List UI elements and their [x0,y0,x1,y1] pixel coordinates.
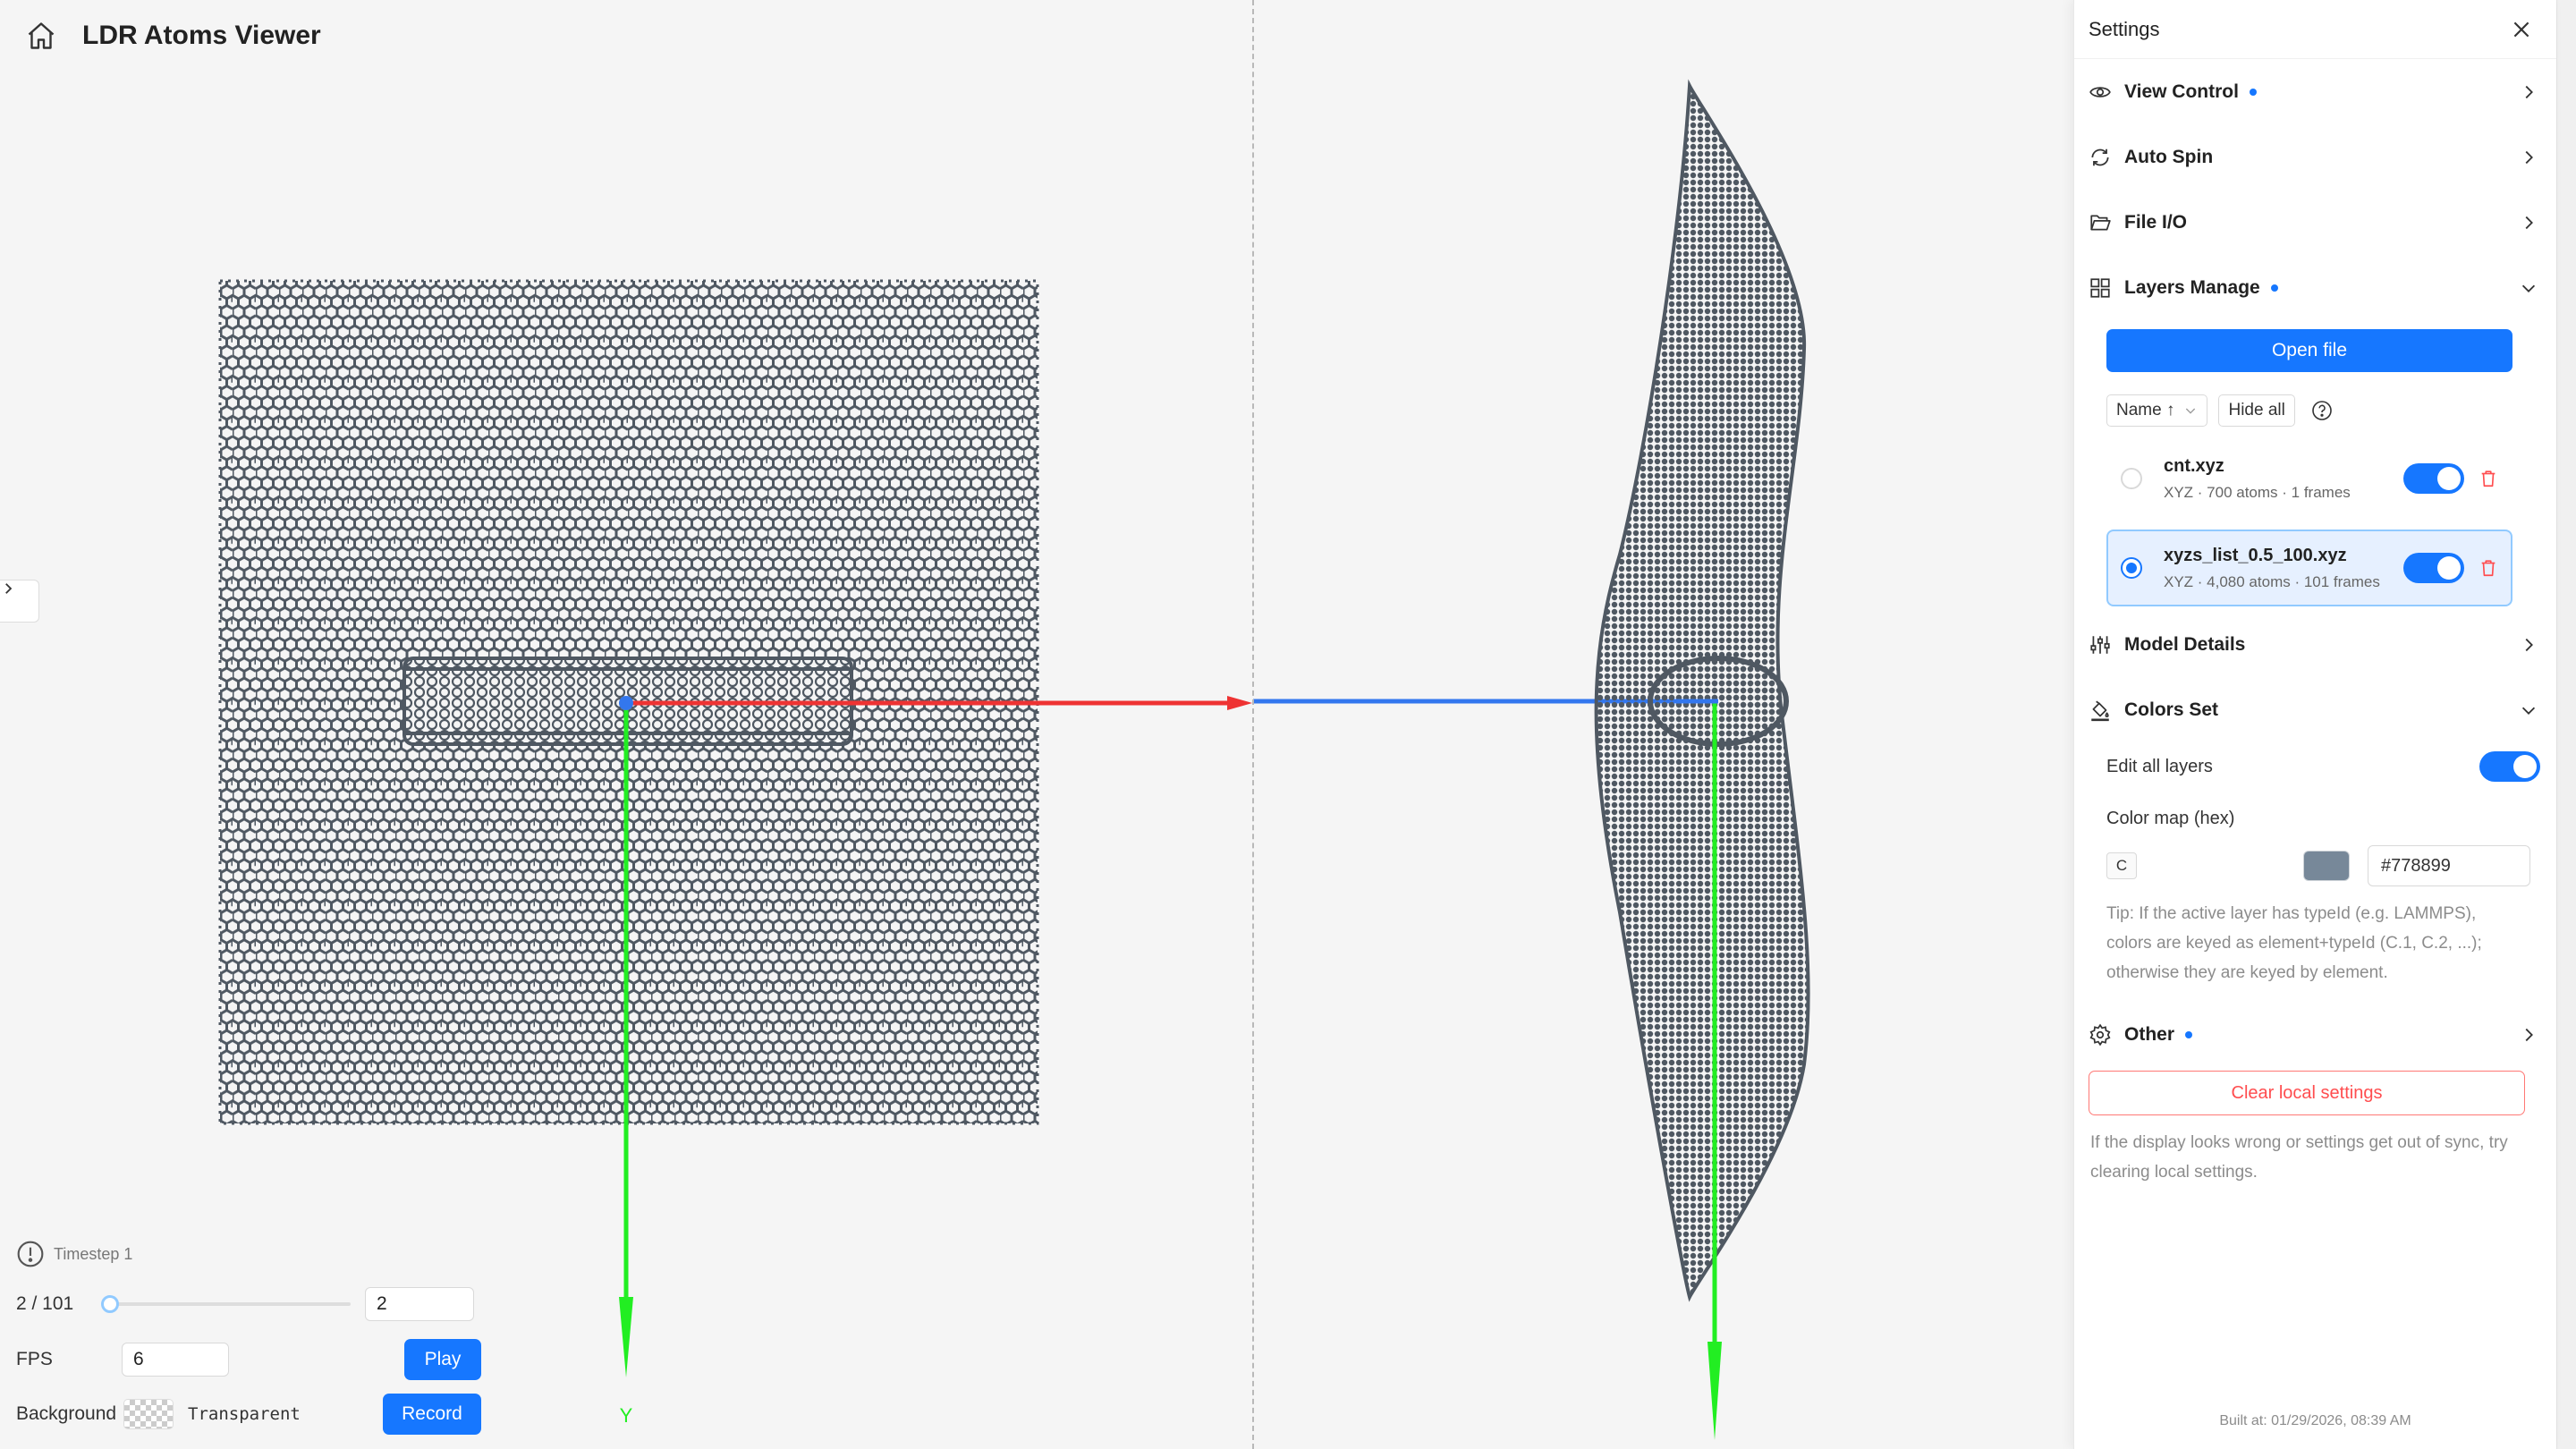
section-auto-spin[interactable]: Auto Spin [2074,124,2556,190]
section-label: Layers Manage [2124,276,2260,298]
layer-visibility-toggle[interactable] [2403,463,2464,494]
background-label: Background [16,1403,117,1424]
section-label: Other [2124,1023,2175,1045]
section-label: Auto Spin [2124,146,2214,167]
layer-item-active[interactable]: xyzs_list_0.5_100.xyz XYZ · 4,080 atoms … [2106,530,2512,606]
y-axis-label: Y [620,1404,633,1427]
settings-panel: Settings View Control Auto Spin File I/O [2073,0,2556,1449]
layer-active-radio[interactable] [2121,557,2142,579]
chevron-right-icon [2525,216,2533,229]
app-root: LDR Atoms Viewer Y Timestep 1 2 / 101 2 … [0,0,2576,1449]
chevron-down-icon [2186,408,2196,414]
section-file-io[interactable]: File I/O [2074,190,2556,255]
app-title: LDR Atoms Viewer [82,21,321,50]
sort-select[interactable]: Name ↑ [2106,394,2208,427]
modified-dot [2249,88,2257,96]
chevron-right-icon [2525,1028,2533,1041]
frame-input[interactable] [365,1287,474,1321]
chevron-down-icon [2521,707,2536,715]
viewport-divider[interactable] [1252,0,1254,1449]
timestep-label: Timestep 1 [54,1244,133,1263]
layer-item[interactable]: cnt.xyz XYZ · 700 atoms · 1 frames [2106,440,2512,517]
play-button[interactable]: Play [404,1339,481,1380]
color-map-label: Color map (hex) [2106,809,2235,828]
sort-select-value: Name ↑ [2116,401,2175,419]
chevron-down-icon [2521,284,2536,292]
expand-panel-button[interactable] [0,580,39,623]
viewport-right[interactable] [1253,0,2072,1449]
layer-name: cnt.xyz [2164,455,2224,476]
color-swatch[interactable] [2303,851,2350,881]
left-scene[interactable]: Y [0,0,1252,1449]
chevron-right-icon [2525,85,2533,98]
settings-title: Settings [2089,17,2160,40]
paint-bucket-icon [2091,700,2109,721]
eye-icon [2089,86,2111,97]
fps-label: FPS [16,1349,53,1369]
layer-meta: XYZ · 700 atoms · 1 frames [2164,483,2351,501]
viewport-left[interactable]: Y [0,0,1252,1449]
modified-dot [2270,284,2278,292]
close-icon[interactable] [2510,18,2533,41]
frame-counter: 2 / 101 [16,1293,74,1314]
home-icon[interactable] [25,20,57,52]
layer-name: xyzs_list_0.5_100.xyz [2164,545,2347,565]
hide-all-button[interactable]: Hide all [2218,394,2295,427]
clear-settings-note: If the display looks wrong or settings g… [2090,1133,2508,1182]
colors-set-body: Edit all layers Color map (hex) C #77889… [2074,742,2556,987]
frame-slider[interactable] [100,1293,351,1315]
hex-color-input[interactable]: #778899 [2368,845,2530,886]
trash-icon[interactable] [2479,558,2498,578]
section-colors-set[interactable]: Colors Set [2074,677,2556,742]
scrollbar[interactable] [2556,0,2576,1449]
element-tag: C [2106,852,2137,879]
build-timestamp: Built at: 01/29/2026, 08:39 AM [2219,1413,2411,1428]
section-other[interactable]: Other [2074,1002,2556,1067]
edit-all-layers-label: Edit all layers [2106,756,2213,776]
section-label: File I/O [2124,211,2188,233]
help-icon[interactable] [2311,400,2333,421]
title-bar: LDR Atoms Viewer [0,0,321,72]
grid-icon [2090,277,2110,298]
edit-all-layers-toggle[interactable] [2479,751,2540,782]
playback-controls: Timestep 1 2 / 101 FPS Play Background T… [16,1234,481,1435]
section-label: View Control [2124,80,2239,102]
modified-dot [2185,1030,2193,1038]
rotate-icon [2091,148,2109,165]
folder-open-icon [2090,215,2111,230]
section-model-details[interactable]: Model Details [2074,612,2556,677]
chevron-right-icon [2525,150,2533,164]
section-label: Colors Set [2124,699,2219,720]
info-icon [17,1241,44,1267]
layer-active-radio[interactable] [2121,468,2142,489]
frame-slider-thumb[interactable] [100,1295,119,1313]
layer-visibility-toggle[interactable] [2403,553,2464,583]
settings-header: Settings [2074,0,2556,59]
fps-input[interactable] [122,1343,229,1377]
right-scene[interactable] [1253,0,2072,1449]
open-file-button[interactable]: Open file [2106,329,2512,372]
clear-local-settings-button[interactable]: Clear local settings [2089,1071,2525,1115]
record-button[interactable]: Record [383,1394,481,1435]
gear-icon [2089,1023,2111,1046]
layers-manage-body: Open file Name ↑ Hide all cnt.xyz XYZ · … [2074,320,2556,606]
layer-meta: XYZ · 4,080 atoms · 101 frames [2164,572,2380,590]
trash-icon[interactable] [2479,469,2498,488]
section-label: Model Details [2124,633,2246,655]
chevron-right-icon [2525,638,2533,651]
chevron-right-icon [5,583,13,594]
section-view-control[interactable]: View Control [2074,59,2556,124]
background-color-swatch[interactable] [123,1399,174,1429]
sliders-icon [2090,635,2110,654]
section-layers-manage[interactable]: Layers Manage [2074,255,2556,320]
background-value: Transparent [188,1404,301,1424]
color-map-tip: Tip: If the active layer has typeId (e.g… [2106,904,2482,982]
